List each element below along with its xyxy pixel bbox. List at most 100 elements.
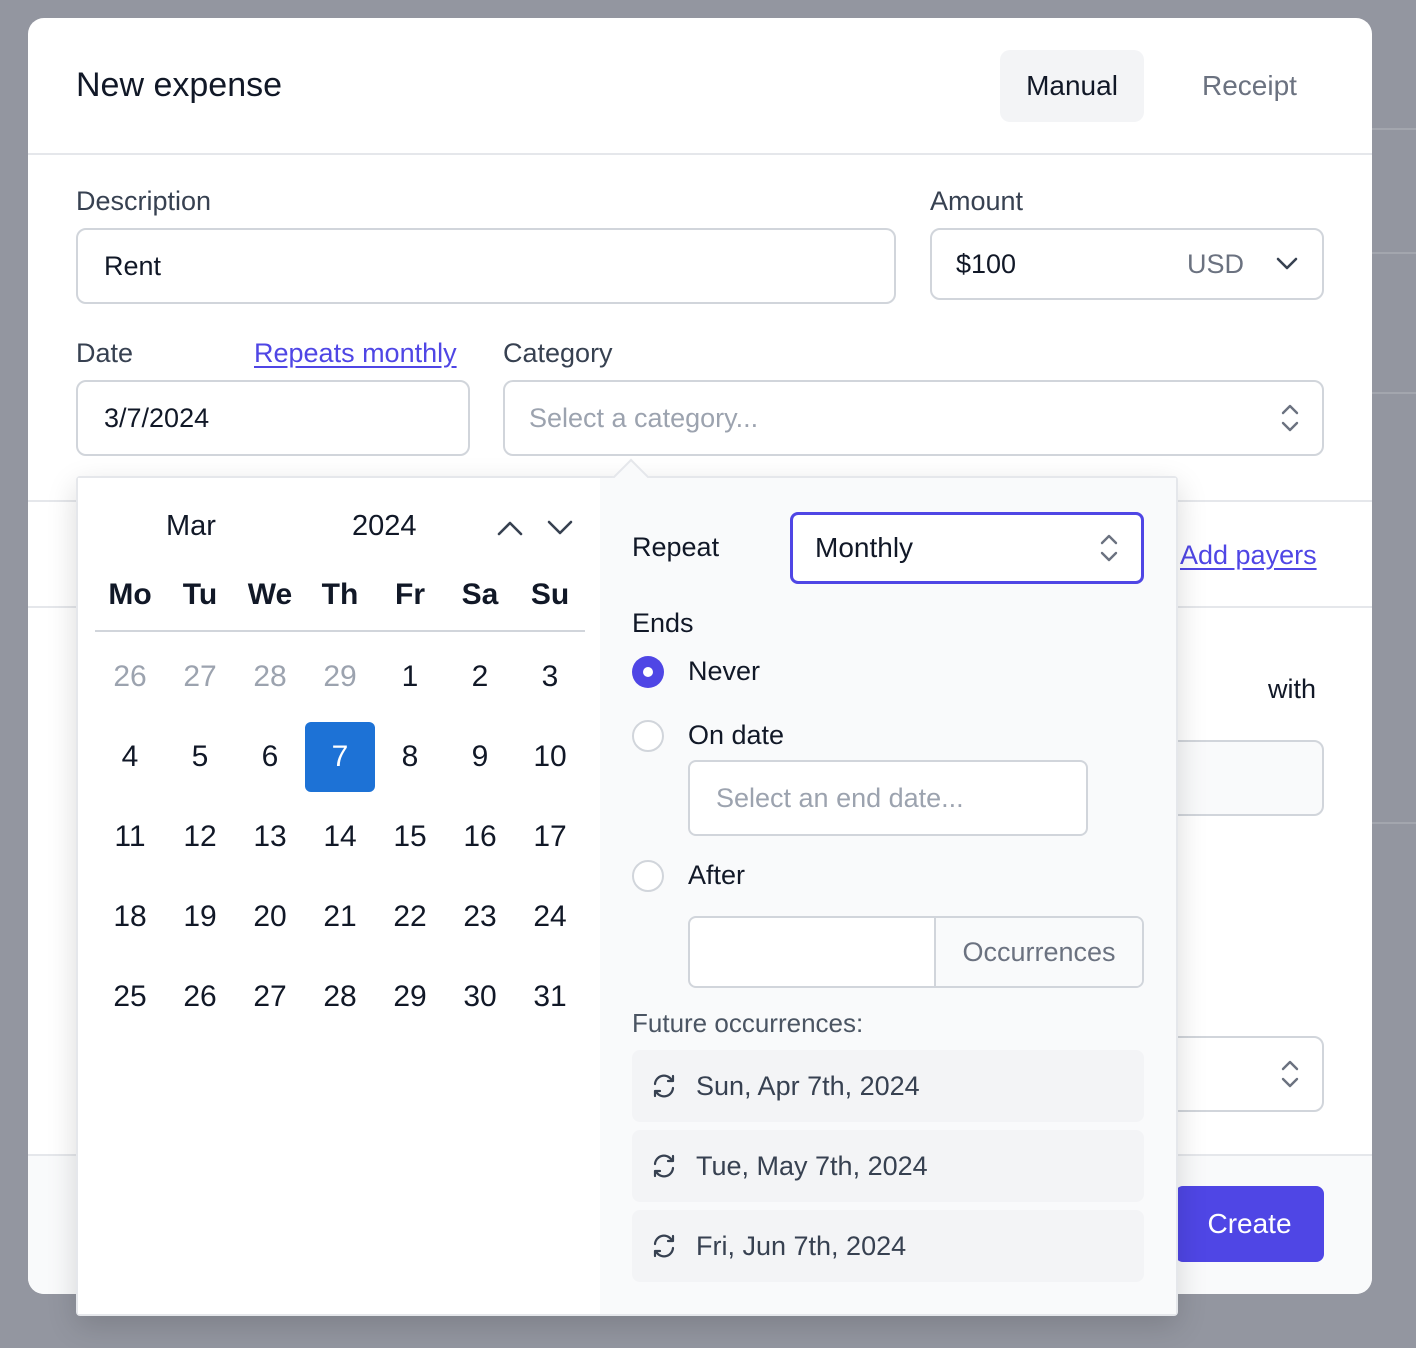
background-page-line bbox=[1372, 392, 1416, 394]
calendar-year[interactable]: 2024 bbox=[352, 510, 417, 543]
refresh-icon bbox=[653, 1154, 675, 1178]
calendar-day[interactable]: 28 bbox=[305, 962, 375, 1032]
calendar-day-selected[interactable]: 7 bbox=[305, 722, 375, 792]
chevrons-up-down-icon bbox=[1281, 1060, 1299, 1088]
calendar-divider bbox=[95, 630, 585, 632]
calendar-day[interactable]: 25 bbox=[95, 962, 165, 1032]
calendar-day[interactable]: 26 bbox=[165, 962, 235, 1032]
future-occurrence-date: Sun, Apr 7th, 2024 bbox=[696, 1070, 920, 1101]
chevrons-up-down-icon bbox=[1100, 534, 1118, 562]
date-value: 3/7/2024 bbox=[104, 402, 210, 433]
repeat-label: Repeat bbox=[632, 532, 720, 562]
ends-never-radio[interactable] bbox=[632, 656, 664, 688]
calendar-day[interactable]: 30 bbox=[445, 962, 515, 1032]
calendar: Mar 2024 Mo Tu We Th Fr Sa Su 26 27 28 29 1 2 3 4 5 6 7 8… bbox=[78, 478, 600, 1314]
description-input[interactable]: Rent bbox=[76, 228, 896, 304]
calendar-day[interactable]: 26 bbox=[95, 642, 165, 712]
repeats-monthly-link[interactable]: Repeats monthly bbox=[254, 338, 457, 369]
chevron-down-icon bbox=[547, 520, 573, 535]
calendar-day[interactable]: 18 bbox=[95, 882, 165, 952]
calendar-day[interactable]: 17 bbox=[515, 802, 585, 872]
calendar-month[interactable]: Mar bbox=[166, 510, 216, 543]
tab-manual[interactable]: Manual bbox=[1000, 50, 1144, 122]
future-occurrence-date: Tue, May 7th, 2024 bbox=[696, 1150, 928, 1181]
weekday-header: Mo bbox=[108, 578, 152, 611]
calendar-day[interactable]: 15 bbox=[375, 802, 445, 872]
add-payers-link[interactable]: Add payers bbox=[1180, 540, 1317, 571]
ends-label: Ends bbox=[632, 608, 694, 638]
occurrences-group: Occurrences bbox=[688, 916, 1144, 988]
chevron-up-icon bbox=[497, 521, 523, 536]
ends-on-date-label[interactable]: On date bbox=[688, 720, 784, 751]
description-label: Description bbox=[76, 186, 212, 216]
amount-input[interactable]: $100 USD bbox=[930, 228, 1324, 300]
weekday-header: Su bbox=[530, 578, 570, 611]
calendar-day[interactable]: 4 bbox=[95, 722, 165, 792]
calendar-day[interactable]: 29 bbox=[305, 642, 375, 712]
calendar-day[interactable]: 23 bbox=[445, 882, 515, 952]
category-label: Category bbox=[503, 338, 613, 368]
calendar-day[interactable]: 31 bbox=[515, 962, 585, 1032]
calendar-day[interactable]: 5 bbox=[165, 722, 235, 792]
calendar-day[interactable]: 2 bbox=[445, 642, 515, 712]
calendar-day[interactable]: 24 bbox=[515, 882, 585, 952]
category-select[interactable]: Select a category... bbox=[503, 380, 1324, 456]
future-occurrence-item: Fri, Jun 7th, 2024 bbox=[632, 1210, 1144, 1282]
currency-select[interactable]: USD bbox=[1187, 249, 1244, 280]
calendar-day[interactable]: 16 bbox=[445, 802, 515, 872]
date-label: Date bbox=[76, 338, 134, 368]
calendar-day[interactable]: 28 bbox=[235, 642, 305, 712]
calendar-day[interactable]: 27 bbox=[165, 642, 235, 712]
calendar-day[interactable]: 21 bbox=[305, 882, 375, 952]
weekday-header: Tu bbox=[182, 578, 218, 611]
calendar-day[interactable]: 6 bbox=[235, 722, 305, 792]
date-repeat-popover: Mar 2024 Mo Tu We Th Fr Sa Su 26 27 28 29 1 2 3 4 5 6 7 8… bbox=[76, 458, 1178, 1316]
date-input[interactable]: 3/7/2024 bbox=[76, 380, 470, 456]
previous-month-button[interactable] bbox=[490, 508, 530, 548]
calendar-day[interactable]: 19 bbox=[165, 882, 235, 952]
next-month-button[interactable] bbox=[540, 508, 580, 548]
repeat-frequency-value: Monthly bbox=[815, 532, 914, 563]
calendar-day[interactable]: 14 bbox=[305, 802, 375, 872]
occurrences-addon: Occurrences bbox=[934, 918, 1142, 986]
ends-never-label[interactable]: Never bbox=[688, 656, 760, 687]
future-occurrence-item: Sun, Apr 7th, 2024 bbox=[632, 1050, 1144, 1122]
chevron-down-icon[interactable] bbox=[1276, 257, 1298, 271]
calendar-day[interactable]: 3 bbox=[515, 642, 585, 712]
tab-receipt[interactable]: Receipt bbox=[1176, 50, 1323, 122]
calendar-day[interactable]: 10 bbox=[515, 722, 585, 792]
calendar-day[interactable]: 20 bbox=[235, 882, 305, 952]
occurrences-input[interactable] bbox=[690, 918, 934, 986]
modal-title: New expense bbox=[76, 66, 283, 104]
repeat-panel: Repeat Monthly Ends Never On date Select… bbox=[600, 478, 1176, 1314]
background-page-line bbox=[1372, 252, 1416, 254]
chevrons-up-down-icon bbox=[1281, 404, 1299, 432]
calendar-day[interactable]: 29 bbox=[375, 962, 445, 1032]
description-value: Rent bbox=[104, 250, 162, 281]
calendar-day[interactable]: 8 bbox=[375, 722, 445, 792]
amount-label: Amount bbox=[930, 186, 1024, 216]
end-date-input[interactable]: Select an end date... bbox=[688, 760, 1088, 836]
calendar-day[interactable]: 22 bbox=[375, 882, 445, 952]
future-occurrences-label: Future occurrences: bbox=[632, 1008, 864, 1038]
calendar-day[interactable]: 9 bbox=[445, 722, 515, 792]
amount-value: $100 bbox=[956, 248, 1017, 279]
category-placeholder: Select a category... bbox=[529, 402, 759, 433]
calendar-day[interactable]: 13 bbox=[235, 802, 305, 872]
calendar-day[interactable]: 12 bbox=[165, 802, 235, 872]
calendar-day[interactable]: 27 bbox=[235, 962, 305, 1032]
future-occurrence-date: Fri, Jun 7th, 2024 bbox=[696, 1230, 907, 1261]
refresh-icon bbox=[653, 1234, 675, 1258]
ends-after-label[interactable]: After bbox=[688, 860, 745, 891]
future-occurrence-item: Tue, May 7th, 2024 bbox=[632, 1130, 1144, 1202]
split-with-label: with bbox=[1268, 674, 1317, 704]
calendar-day[interactable]: 1 bbox=[375, 642, 445, 712]
ends-on-date-radio[interactable] bbox=[632, 720, 664, 752]
repeat-frequency-select[interactable]: Monthly bbox=[790, 512, 1144, 584]
calendar-day[interactable]: 11 bbox=[95, 802, 165, 872]
create-button[interactable]: Create bbox=[1175, 1186, 1324, 1262]
ends-after-radio[interactable] bbox=[632, 860, 664, 892]
background-page-line bbox=[1372, 822, 1416, 824]
background-page-line bbox=[1372, 128, 1416, 130]
weekday-header: Sa bbox=[461, 578, 499, 611]
